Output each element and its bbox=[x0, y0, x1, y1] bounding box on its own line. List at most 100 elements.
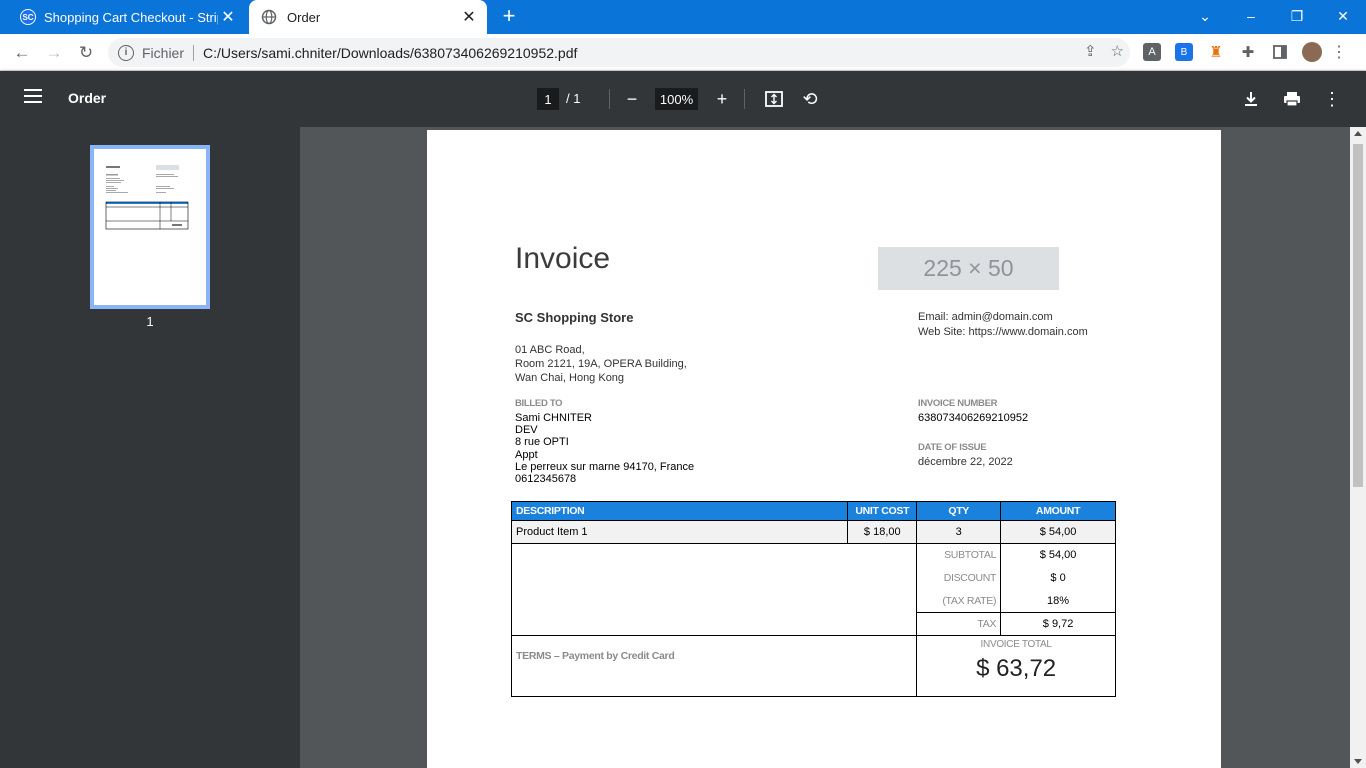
zoom-level-input[interactable]: 100% bbox=[655, 88, 698, 110]
thumbnail-page-number: 1 bbox=[146, 314, 154, 329]
date-of-issue: décembre 22, 2022 bbox=[918, 456, 1013, 468]
new-tab-button[interactable]: + bbox=[498, 5, 520, 28]
column-header-amount: AMOUNT bbox=[1000, 501, 1116, 521]
browser-toolbar: ← → ↻ i Fichier C:/Users/sami.chniter/Do… bbox=[0, 34, 1366, 71]
invoice-items-table: DESCRIPTION UNIT COST QTY AMOUNT Product… bbox=[510, 501, 1116, 697]
store-email: Email: admin@domain.com bbox=[918, 311, 1053, 323]
info-icon[interactable]: i bbox=[118, 44, 134, 61]
address-bar[interactable]: i Fichier C:/Users/sami.chniter/Download… bbox=[108, 38, 1130, 67]
divider bbox=[744, 89, 745, 109]
reload-button[interactable]: ↻ bbox=[73, 40, 99, 66]
invoice-number: 638073406269210952 bbox=[918, 412, 1029, 424]
close-window-button[interactable]: ✕ bbox=[1320, 0, 1366, 32]
date-of-issue-block: DATE OF ISSUE décembre 22, 2022 bbox=[918, 442, 1013, 468]
hamburger-menu-icon[interactable] bbox=[24, 89, 42, 103]
column-header-unit-cost: UNIT COST bbox=[847, 501, 918, 521]
url-text[interactable]: C:/Users/sami.chniter/Downloads/63807340… bbox=[203, 45, 577, 61]
store-address: 01 ABC Road, Room 2121, 19A, OPERA Build… bbox=[515, 343, 687, 385]
scroll-up-arrow-icon[interactable] bbox=[1354, 131, 1362, 136]
page-total: / 1 bbox=[566, 91, 581, 106]
payment-terms: TERMS – Payment by Credit Card bbox=[510, 635, 918, 697]
divider bbox=[609, 89, 610, 109]
item-amount: $ 54,00 bbox=[1000, 520, 1116, 544]
table-row: Product Item 1 $ 18,00 3 $ 54,00 bbox=[510, 520, 1116, 544]
minimize-button[interactable]: – bbox=[1228, 0, 1274, 32]
subtotal-label: SUBTOTAL bbox=[916, 543, 1002, 567]
column-header-qty: QTY bbox=[916, 501, 1002, 521]
page-number-input[interactable]: 1 bbox=[537, 88, 559, 110]
invoice-heading: Invoice bbox=[515, 242, 611, 275]
item-qty: 3 bbox=[916, 520, 1002, 544]
discount-label: DISCOUNT bbox=[916, 566, 1002, 590]
extension-icon[interactable]: ♜ bbox=[1207, 43, 1225, 61]
tax-label: TAX bbox=[916, 612, 1002, 636]
globe-icon bbox=[261, 9, 277, 25]
tab-title: Order bbox=[287, 9, 321, 25]
total-row: TERMS – Payment by Credit Card INVOICE T… bbox=[510, 635, 1116, 697]
table-header-row: DESCRIPTION UNIT COST QTY AMOUNT bbox=[510, 501, 1116, 521]
translate-extension-icon[interactable]: B bbox=[1175, 43, 1193, 61]
bookmark-star-icon[interactable]: ☆ bbox=[1111, 42, 1124, 60]
billed-to-line: 8 rue OPTI bbox=[515, 436, 569, 449]
close-tab-icon[interactable]: ✕ bbox=[218, 7, 238, 27]
print-icon[interactable] bbox=[1280, 87, 1304, 111]
pdf-page: Invoice 225 × 50 SC Shopping Store Email… bbox=[427, 130, 1221, 768]
tax-value: $ 9,72 bbox=[1000, 612, 1116, 636]
tab-stripe-checkout[interactable]: SC Shopping Cart Checkout - Stripe ✕ bbox=[8, 0, 246, 34]
tab-title: Shopping Cart Checkout - Stripe bbox=[44, 9, 218, 25]
zoom-in-icon[interactable]: + bbox=[710, 87, 734, 111]
item-description: Product Item 1 bbox=[510, 520, 849, 544]
scheme-label: Fichier bbox=[142, 44, 185, 61]
empty-cell bbox=[510, 543, 918, 636]
avatar[interactable] bbox=[1302, 42, 1322, 62]
rotate-icon[interactable]: ⟲ bbox=[798, 87, 822, 111]
subtotal-row: SUBTOTAL $ 54,00 bbox=[510, 543, 1116, 636]
billed-to-line: Appt bbox=[515, 448, 538, 461]
share-icon[interactable]: ⇪ bbox=[1084, 42, 1097, 60]
pdf-toolbar: Order 1 / 1 − 100% + ⟲ ⋮ bbox=[0, 71, 1366, 127]
tax-rate-label: (TAX RATE) bbox=[916, 589, 1002, 613]
billed-to-line: Le perreux sur marne 94170, France bbox=[515, 460, 695, 473]
scroll-down-arrow-icon[interactable] bbox=[1354, 759, 1362, 764]
invoice-total-cell: INVOICE TOTAL $ 63,72 bbox=[916, 635, 1116, 697]
angular-extension-icon[interactable]: A bbox=[1143, 43, 1161, 61]
document-title: Order bbox=[68, 90, 107, 106]
invoice-total-label: INVOICE TOTAL bbox=[980, 639, 1052, 650]
puzzle-icon[interactable]: ✚ bbox=[1239, 43, 1257, 61]
download-icon[interactable] bbox=[1239, 87, 1263, 111]
zoom-out-icon[interactable]: − bbox=[620, 87, 644, 111]
tab-order[interactable]: Order ✕ bbox=[249, 0, 487, 34]
address-line: 01 ABC Road, bbox=[515, 344, 585, 356]
store-contact: Email: admin@domain.com Web Site: https:… bbox=[918, 310, 1088, 340]
billed-to-line: 0612345678 bbox=[515, 473, 577, 486]
tab-strip: SC Shopping Cart Checkout - Stripe ✕ Ord… bbox=[0, 0, 1366, 34]
tab-search-icon[interactable]: ⌄ bbox=[1182, 0, 1228, 32]
logo-placeholder: 225 × 50 bbox=[878, 247, 1059, 290]
forward-button[interactable]: → bbox=[41, 40, 67, 66]
side-panel-icon[interactable] bbox=[1271, 43, 1289, 61]
vertical-scrollbar[interactable] bbox=[1350, 127, 1366, 768]
divider bbox=[193, 44, 195, 61]
invoice-total-value: $ 63,72 bbox=[976, 655, 1057, 682]
billed-to-line: Sami CHNITER bbox=[515, 412, 593, 424]
fit-page-icon[interactable] bbox=[762, 87, 786, 111]
discount-value: $ 0 bbox=[1000, 566, 1116, 590]
restore-button[interactable]: ❐ bbox=[1274, 0, 1320, 32]
subtotal-value: $ 54,00 bbox=[1000, 543, 1116, 567]
document-viewport: Invoice 225 × 50 SC Shopping Store Email… bbox=[300, 127, 1350, 768]
item-unit-cost: $ 18,00 bbox=[847, 520, 918, 544]
page-thumbnail[interactable] bbox=[90, 145, 210, 309]
thumbnail-sidebar: 1 bbox=[0, 127, 300, 768]
billed-to-label: BILLED TO bbox=[515, 398, 563, 409]
more-actions-icon[interactable]: ⋮ bbox=[1320, 87, 1344, 111]
close-tab-icon[interactable]: ✕ bbox=[459, 7, 479, 27]
store-name: SC Shopping Store bbox=[515, 310, 634, 325]
address-line: Wan Chai, Hong Kong bbox=[515, 372, 625, 384]
back-button[interactable]: ← bbox=[9, 40, 35, 66]
billed-to-line: DEV bbox=[515, 424, 538, 437]
more-menu-icon[interactable]: ⋮ bbox=[1330, 43, 1348, 61]
thumbnail-preview bbox=[105, 165, 189, 230]
sc-favicon-icon: SC bbox=[20, 9, 36, 25]
invoice-number-label: INVOICE NUMBER bbox=[918, 398, 998, 409]
scrollbar-thumb[interactable] bbox=[1353, 144, 1363, 487]
